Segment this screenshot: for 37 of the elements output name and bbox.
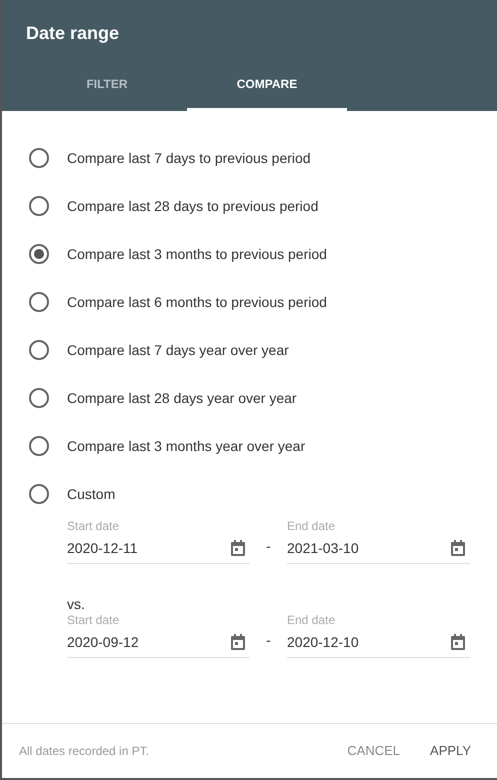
cancel-button[interactable]: CANCEL: [339, 732, 408, 768]
radio-button[interactable]: [29, 244, 49, 264]
field-label: Start date: [67, 612, 120, 628]
timezone-note: All dates recorded in PT.: [19, 742, 150, 760]
option-label[interactable]: Compare last 7 days to previous period: [67, 148, 311, 168]
date-field[interactable]: 2021-03-10: [287, 534, 470, 564]
radio-button[interactable]: [29, 196, 49, 216]
radio-button[interactable]: [29, 484, 49, 504]
radio-button[interactable]: [29, 436, 49, 456]
date-field[interactable]: 2020-09-12: [67, 628, 250, 658]
calendar-icon[interactable]: [230, 540, 246, 557]
option-label[interactable]: Custom: [67, 484, 116, 504]
calendar-icon[interactable]: [450, 540, 466, 557]
option-label[interactable]: Compare last 28 days year over year: [67, 388, 297, 408]
option-label[interactable]: Compare last 6 months to previous period: [67, 292, 327, 312]
calendar-icon[interactable]: [230, 634, 246, 651]
option-label[interactable]: Compare last 7 days year over year: [67, 340, 289, 360]
radio-button[interactable]: [29, 148, 49, 168]
calendar-icon[interactable]: [450, 634, 466, 651]
tab[interactable]: FILTER: [27, 60, 187, 111]
tab[interactable]: COMPARE: [187, 60, 347, 111]
date-field[interactable]: 2020-12-11: [67, 534, 250, 564]
option-label[interactable]: Compare last 3 months to previous period: [67, 244, 327, 264]
field-label: Start date: [67, 518, 120, 534]
range-separator: -: [265, 537, 272, 556]
option-label[interactable]: Compare last 3 months year over year: [67, 436, 306, 456]
range-separator: -: [265, 631, 272, 650]
vs-label: vs.: [67, 596, 86, 612]
radio-button[interactable]: [29, 292, 49, 312]
apply-button[interactable]: APPLY: [422, 732, 479, 768]
option-label[interactable]: Compare last 28 days to previous period: [67, 196, 318, 216]
radio-button[interactable]: [29, 340, 49, 360]
field-label: End date: [287, 518, 336, 534]
date-field[interactable]: 2020-12-10: [287, 628, 470, 658]
dialog-title: Date range: [25, 22, 120, 45]
radio-button[interactable]: [29, 388, 49, 408]
field-label: End date: [287, 612, 336, 628]
